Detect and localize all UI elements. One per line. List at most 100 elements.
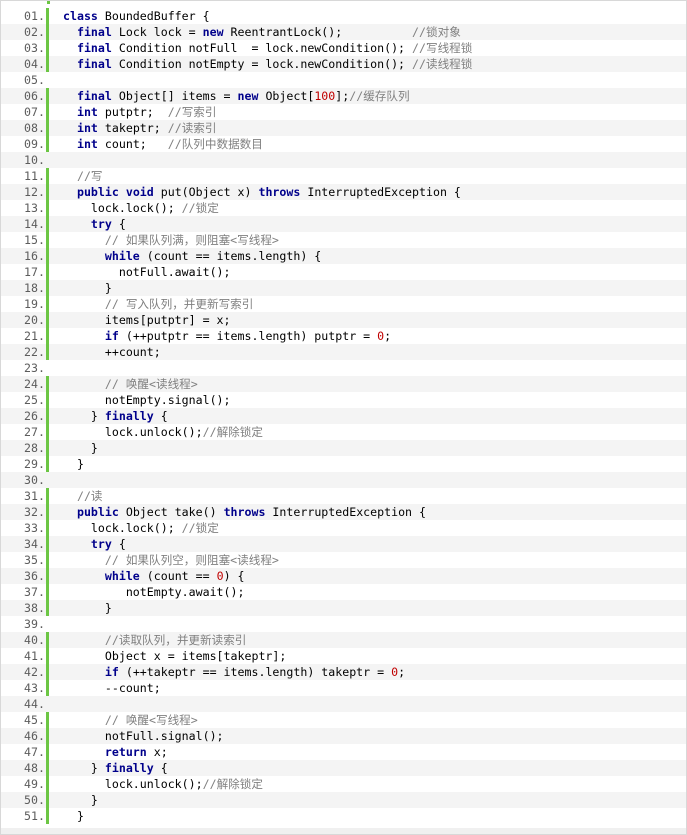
comment-token: //解除锁定 [202,777,263,791]
line-number: 32. [24,505,45,519]
code-token: (count == items.length) { [139,249,322,263]
line-number: 45. [24,713,45,727]
comment-token: //读取队列，并更新读索引 [104,633,247,647]
comment-token: // 唤醒<读线程> [104,377,198,391]
keyword-token: finally [104,409,154,423]
code-line: 29. } [1,456,686,472]
code-token: { [111,537,126,551]
code-token: ) { [223,569,245,583]
code-token: Lock lock = [111,25,203,39]
comment-token: //读线程锁 [412,57,473,71]
line-number: 19. [24,297,45,311]
code-line: 37. notEmpty.await(); [1,584,686,600]
code-text: } [46,808,686,824]
code-line: 34. try { [1,536,686,552]
line-number: 20. [24,313,45,327]
code-line: 12. public void put(Object x) throws Int… [1,184,686,200]
number-token: 0 [216,569,224,583]
comment-token: //写索引 [167,105,217,119]
code-token: ++count; [63,345,161,359]
horizontal-scrollbar[interactable] [1,828,686,834]
code-line: 49. lock.unlock();//解除锁定 [1,776,686,792]
code-line: 28. } [1,440,686,456]
code-text: lock.unlock();//解除锁定 [46,776,686,792]
code-line: 48. } finally { [1,760,686,776]
code-token: Object take() [118,505,224,519]
code-text: public void put(Object x) throws Interru… [46,184,686,200]
code-line: 38. } [1,600,686,616]
code-text: public Object take() throws InterruptedE… [46,504,686,520]
code-line: 03. final Condition notFull = lock.newCo… [1,40,686,56]
code-text: lock.unlock();//解除锁定 [46,424,686,440]
line-number: 34. [24,537,45,551]
code-token: put(Object x) [153,185,259,199]
code-token: ]; [335,89,350,103]
line-number: 33. [24,521,45,535]
code-text: } finally { [46,408,686,424]
comment-token: //缓存队列 [349,89,410,103]
comment-token: //读索引 [167,121,217,135]
code-line: 09. int count; //队列中数据数目 [1,136,686,152]
code-text: // 唤醒<读线程> [46,376,686,392]
code-text: while (count == items.length) { [46,248,686,264]
code-text: try { [46,536,686,552]
code-line: 05. [1,72,686,88]
line-number: 48. [24,761,45,775]
code-text: int count; //队列中数据数目 [46,136,686,152]
line-number: 49. [24,777,45,791]
code-text: // 写入队列，并更新写索引 [46,296,686,312]
line-number: 40. [24,633,45,647]
code-line: 02. final Lock lock = new ReentrantLock(… [1,24,686,40]
line-number: 50. [24,793,45,807]
code-token: BoundedBuffer { [97,9,210,23]
code-token: } [63,601,112,615]
code-line: 41. Object x = items[takeptr]; [1,648,686,664]
code-line: 04. final Condition notEmpty = lock.newC… [1,56,686,72]
keyword-token: if [104,329,119,343]
code-text: int takeptr; //读索引 [46,120,686,136]
code-line: 35. // 如果队列空，则阻塞<读线程> [1,552,686,568]
keyword-token: new [202,25,224,39]
code-line: 14. try { [1,216,686,232]
code-text: return x; [46,744,686,760]
code-token: Condition notEmpty = lock.newCondition()… [111,57,413,71]
code-text: } [46,440,686,456]
code-text: } [46,792,686,808]
code-text: final Lock lock = new ReentrantLock(); /… [46,24,686,40]
code-text: lock.lock(); //锁定 [46,520,686,536]
keyword-token: try [90,537,112,551]
line-number: 02. [24,25,45,39]
code-line: 46. notFull.signal(); [1,728,686,744]
code-text: //读 [46,488,686,504]
code-token: notEmpty.await(); [63,585,245,599]
line-number: 11. [24,169,45,183]
line-number: 16. [24,249,45,263]
code-token: } [63,793,98,807]
keyword-token: int [76,137,98,151]
code-line: 40. //读取队列，并更新读索引 [1,632,686,648]
code-token: (++putptr == items.length) putptr = [118,329,378,343]
code-token: takeptr; [97,121,168,135]
code-line: 42. if (++takeptr == items.length) takep… [1,664,686,680]
comment-token: //锁对象 [412,25,461,39]
keyword-token: while [104,569,140,583]
code-token: { [153,409,168,423]
line-number: 51. [24,809,45,823]
code-text: // 唤醒<写线程> [46,712,686,728]
code-line: 13. lock.lock(); //锁定 [1,200,686,216]
line-number: 08. [24,121,45,135]
code-token: } [63,761,105,775]
code-line: 19. // 写入队列，并更新写索引 [1,296,686,312]
line-number: 10. [24,153,45,167]
code-text: } [46,280,686,296]
code-token: lock.unlock(); [63,777,203,791]
code-line: 31. //读 [1,488,686,504]
